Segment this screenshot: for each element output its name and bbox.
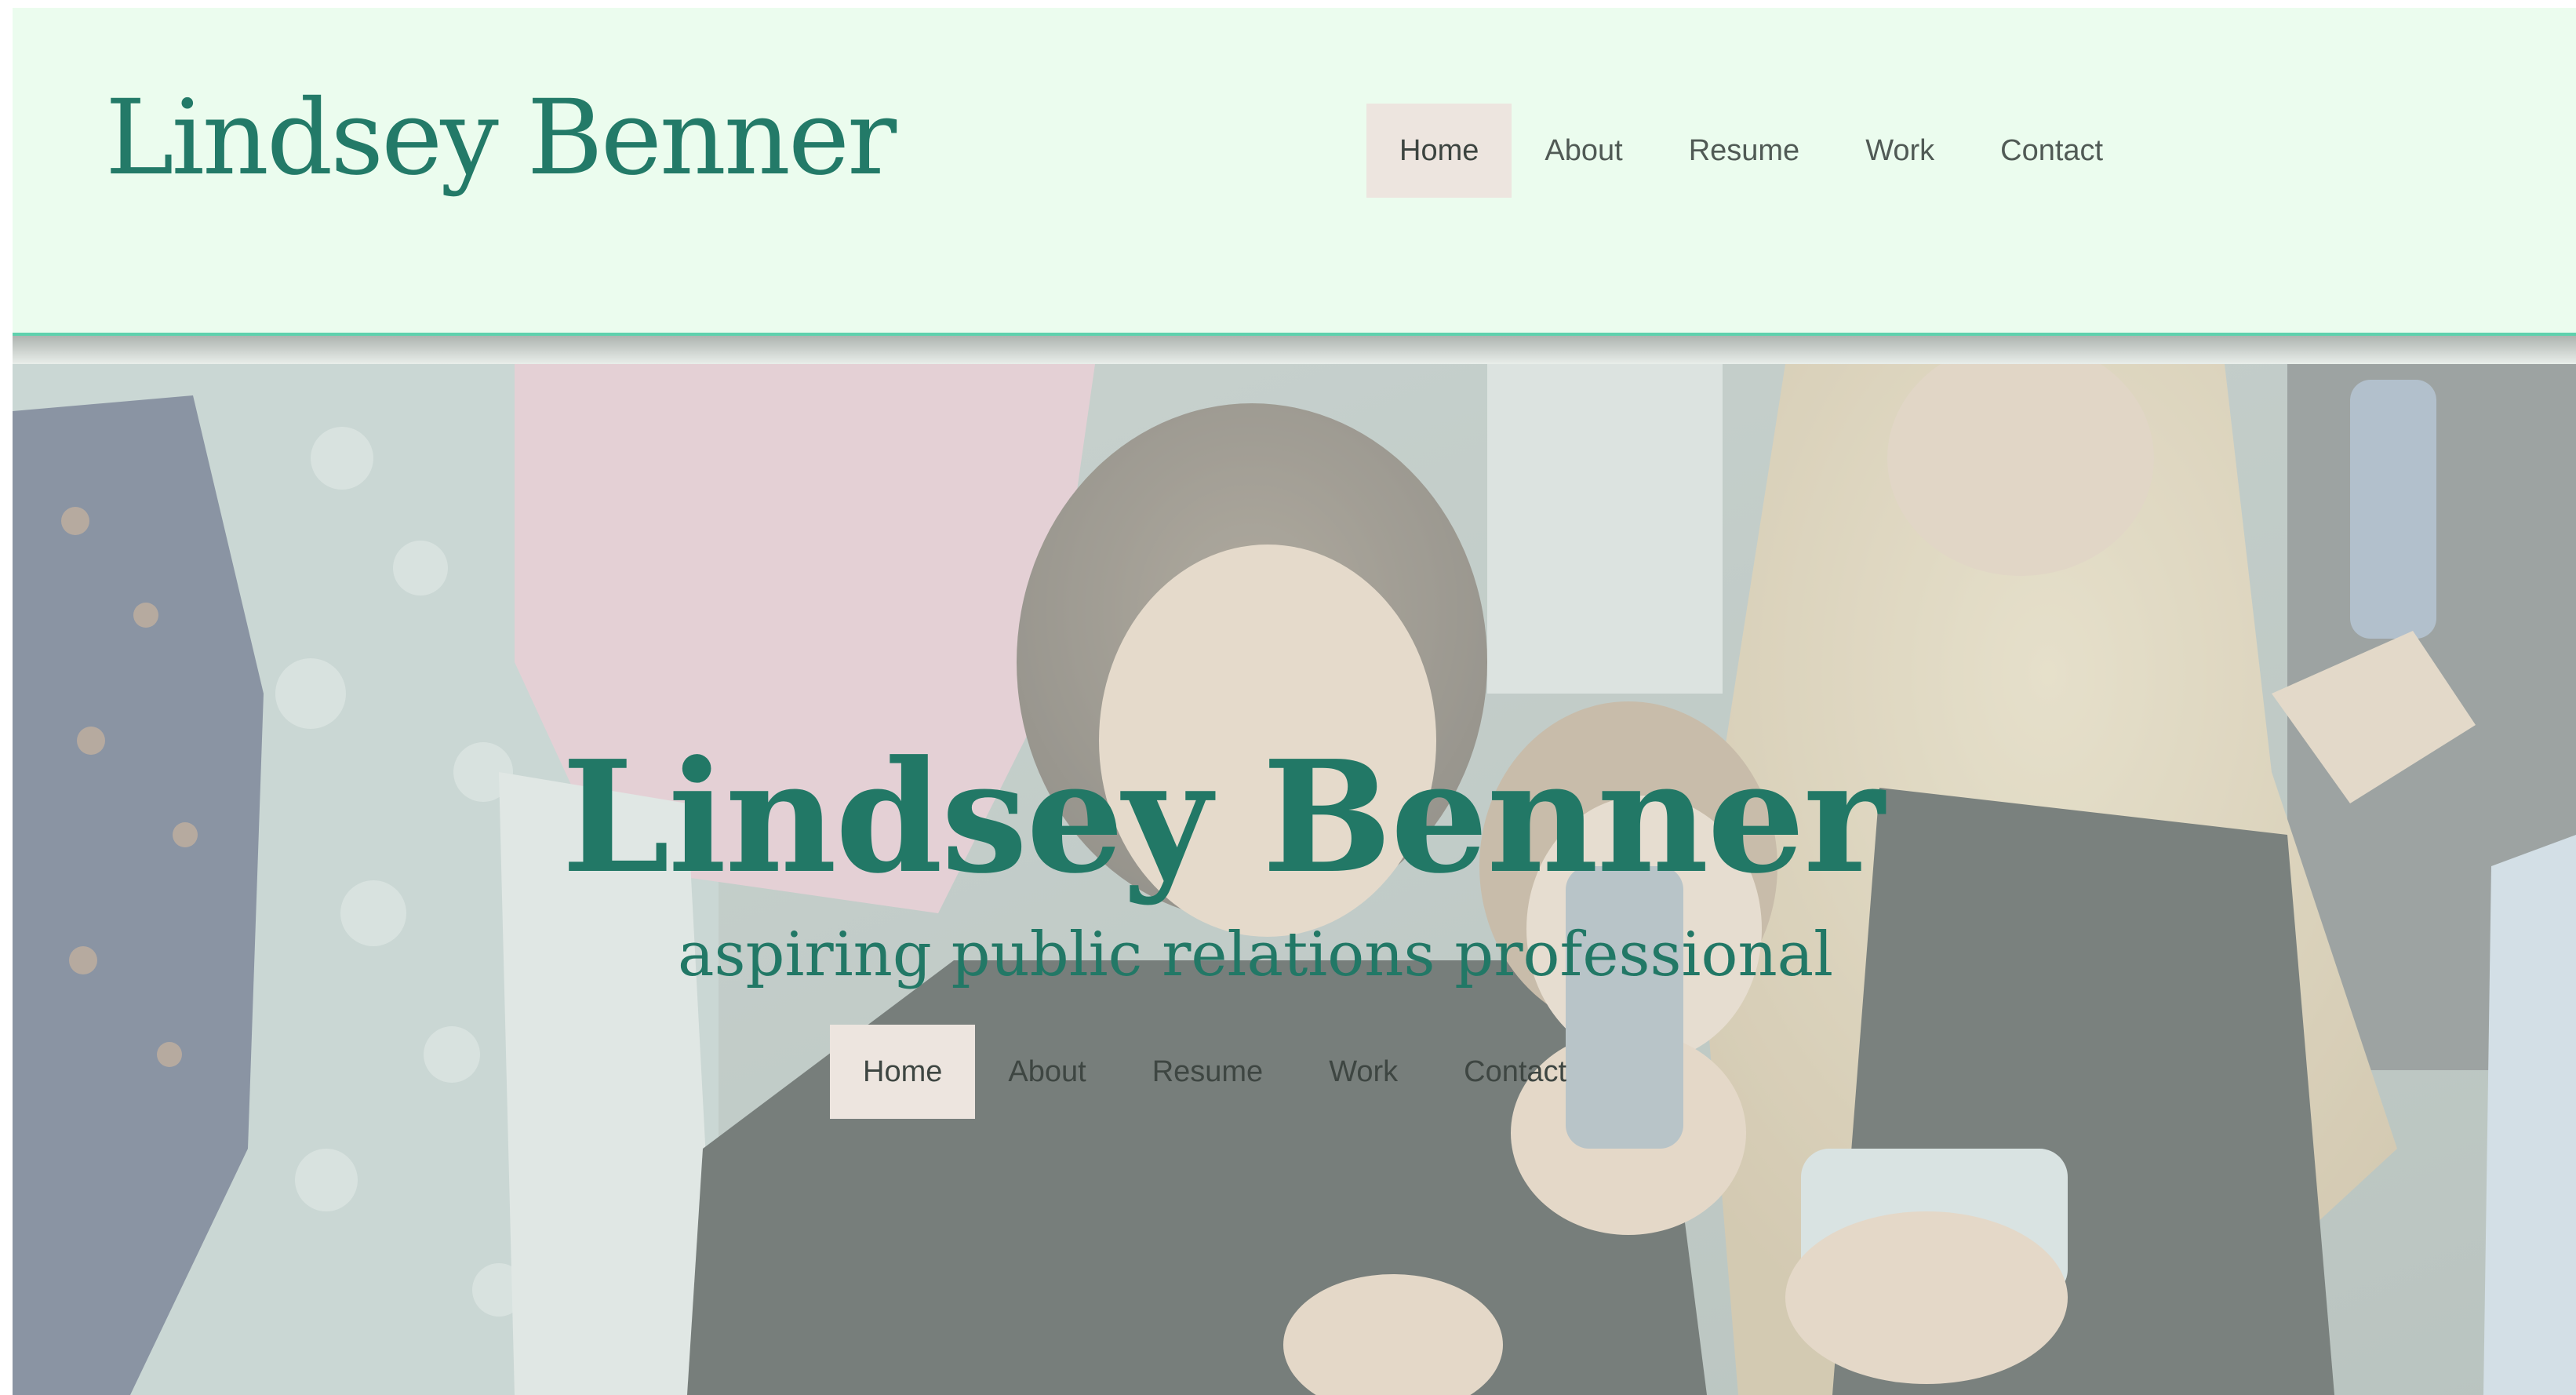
hero-nav-resume[interactable]: Resume — [1119, 1025, 1297, 1119]
header-nav-work[interactable]: Work — [1832, 104, 1967, 198]
hero-title: Lindsey Benner — [562, 727, 1884, 908]
header-nav: Home About Resume Work Contact — [1366, 104, 2136, 198]
hero-subtitle: aspiring public relations professional — [678, 920, 1834, 990]
header-nav-about[interactable]: About — [1512, 104, 1655, 198]
hero-nav: Home About Resume Work Contact — [830, 1025, 1599, 1119]
header-nav-home[interactable]: Home — [1366, 104, 1512, 198]
site-header: Lindsey Benner Home About Resume Work Co… — [13, 8, 2576, 333]
header-shadow — [13, 336, 2576, 364]
hero-nav-work[interactable]: Work — [1296, 1025, 1431, 1119]
site-logo[interactable]: Lindsey Benner — [105, 86, 897, 190]
header-nav-resume[interactable]: Resume — [1656, 104, 1833, 198]
header-nav-contact[interactable]: Contact — [1967, 104, 2136, 198]
hero-nav-contact[interactable]: Contact — [1431, 1025, 1599, 1119]
hero-nav-about[interactable]: About — [975, 1025, 1119, 1119]
page-frame: Lindsey Benner Home About Resume Work Co… — [13, 8, 2576, 1395]
hero-section: Lindsey Benner aspiring public relations… — [13, 364, 2576, 1395]
hero-nav-home[interactable]: Home — [830, 1025, 976, 1119]
